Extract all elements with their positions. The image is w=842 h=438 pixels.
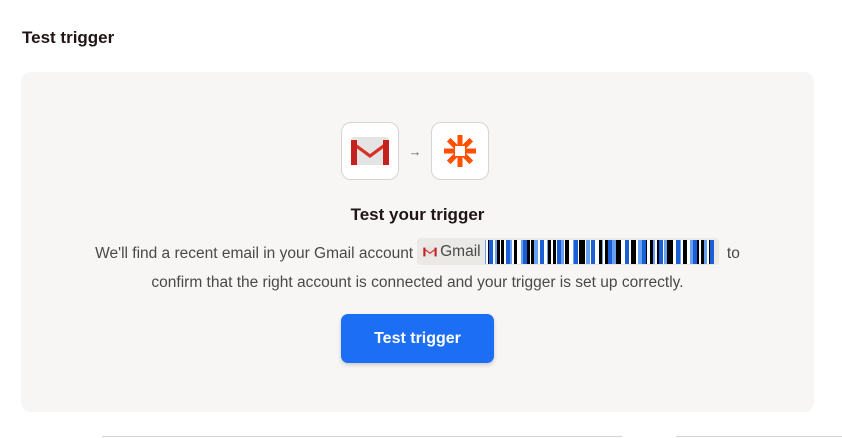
zapier-app-tile (431, 122, 489, 180)
account-chip-app-name: Gmail (440, 243, 481, 261)
test-trigger-button[interactable]: Test trigger (341, 314, 494, 363)
test-trigger-card: → Test your trigger We'll find a recent … (21, 72, 814, 412)
account-chip: Gmail (417, 238, 719, 266)
section-title: Test trigger (22, 28, 115, 47)
description-text-end: to (722, 245, 740, 262)
app-connection-row: → (341, 122, 489, 180)
arrow-right-icon: → (408, 143, 422, 159)
redacted-account-email (484, 239, 714, 264)
divider (676, 436, 842, 437)
gmail-icon (423, 247, 437, 257)
gmail-app-tile (341, 122, 399, 180)
card-description: We'll find a recent email in your Gmail … (21, 238, 814, 297)
description-text-start: We'll find a recent email in your Gmail … (95, 245, 414, 262)
description-text-line2: confirm that the right account is connec… (151, 274, 684, 291)
gmail-icon (351, 137, 389, 165)
card-heading: Test your trigger (350, 205, 485, 224)
divider (102, 436, 622, 437)
zapier-icon (444, 135, 476, 167)
